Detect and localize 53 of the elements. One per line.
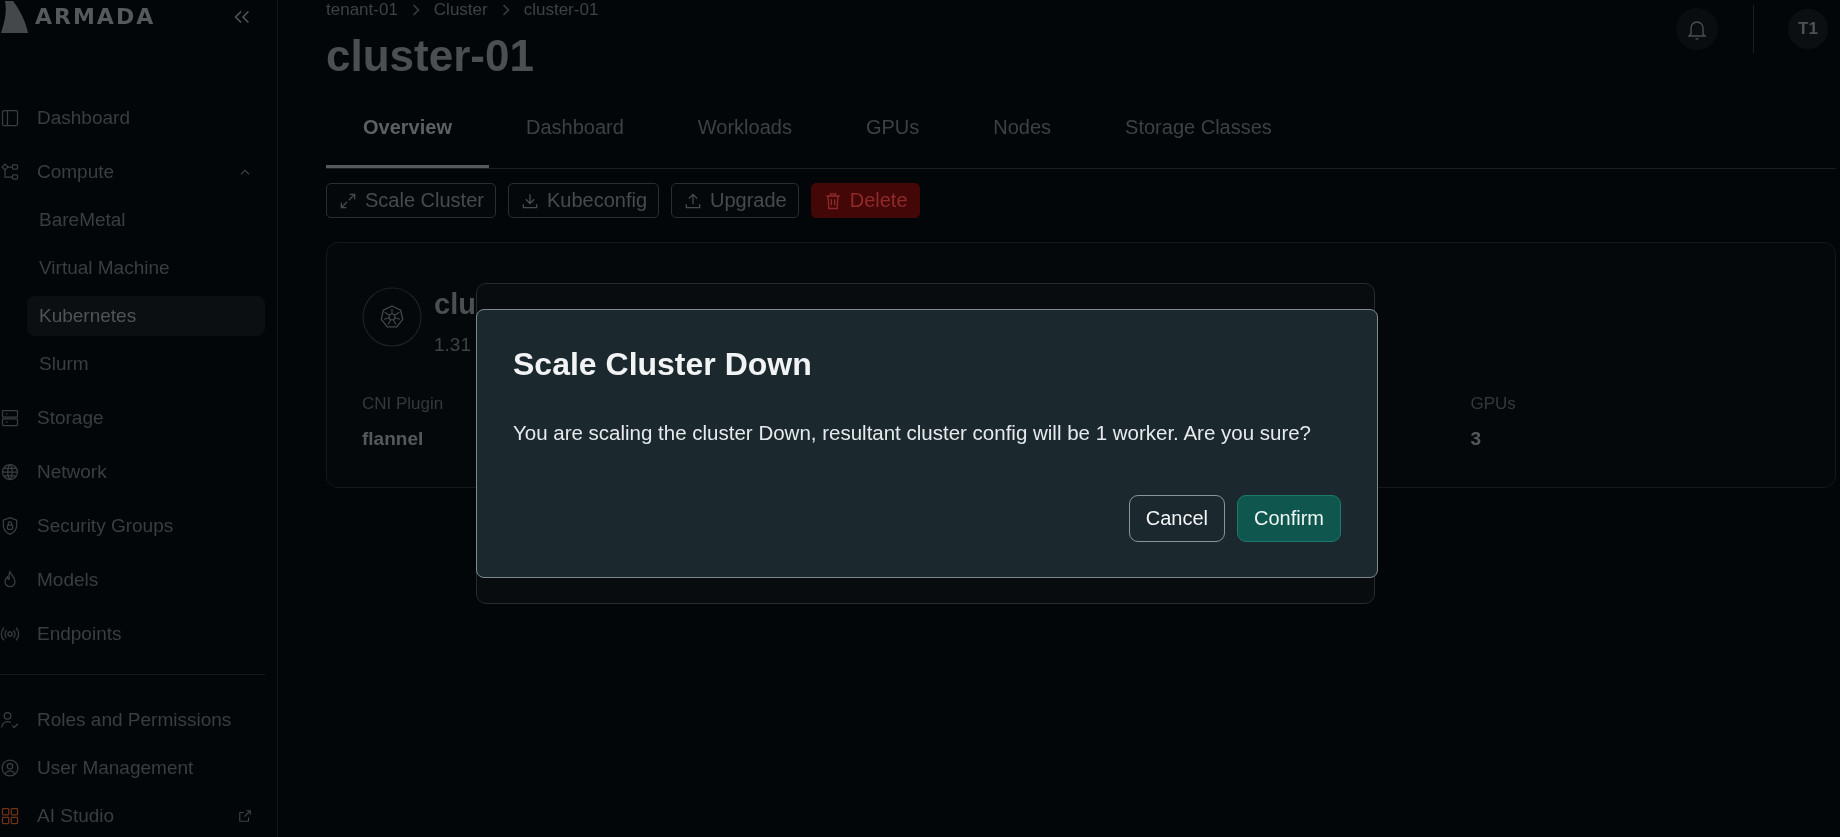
notifications-button[interactable] <box>1676 8 1718 50</box>
tab[interactable]: Dashboard <box>488 103 661 168</box>
nav-item[interactable]: Dashboard <box>0 98 265 138</box>
nav-item[interactable]: Storage <box>0 398 265 438</box>
nav-item[interactable]: Endpoints <box>0 614 265 654</box>
nav-item[interactable]: Kubernetes <box>27 296 265 336</box>
broadcast-icon <box>0 624 20 644</box>
chevron-right-icon <box>501 4 510 16</box>
nav-item[interactable]: AI Studio <box>0 796 265 836</box>
page-title: cluster-01 <box>326 30 535 82</box>
action-button[interactable]: Upgrade <box>671 183 799 218</box>
nav-item[interactable]: Network <box>0 452 265 492</box>
nav-item[interactable]: Virtual Machine <box>27 248 265 288</box>
action-button[interactable]: Scale Cluster <box>326 183 496 218</box>
avatar-button[interactable]: T1 <box>1788 9 1828 49</box>
shield-lock-icon <box>0 516 20 536</box>
version-text: 1.31 <box>434 333 472 357</box>
tab[interactable]: Storage Classes <box>1088 103 1309 168</box>
confirm-button[interactable]: Confirm <box>1237 495 1341 542</box>
chevron-right-icon <box>411 4 420 16</box>
action-button[interactable]: Delete <box>810 183 920 218</box>
tab[interactable]: Overview <box>326 103 489 168</box>
hierarchy-icon <box>0 162 20 182</box>
globe-icon <box>0 462 20 482</box>
user-check-icon <box>0 710 20 730</box>
nav-item[interactable]: Compute <box>0 152 265 192</box>
cancel-button[interactable]: Cancel <box>1128 495 1225 542</box>
breadcrumb-link[interactable]: Cluster <box>433 0 488 20</box>
dialog-message: You are scaling the cluster Down, resultant cluster config will be 1 worker. Are you sure? <box>513 420 1312 446</box>
detail-value: flannel <box>362 427 424 451</box>
nav-item[interactable]: Slurm <box>27 344 265 384</box>
tab[interactable]: Nodes <box>956 103 1089 168</box>
external-link-icon <box>238 809 252 823</box>
card-title: clu <box>434 287 476 321</box>
nav-item[interactable]: Models <box>0 560 265 600</box>
sail-icon <box>0 1 28 33</box>
grid-icon <box>0 806 20 826</box>
breadcrumb-current: cluster-01 <box>523 0 599 20</box>
nav-item[interactable]: User Management <box>0 748 265 788</box>
nav-item[interactable]: Security Groups <box>0 506 265 546</box>
nav-item[interactable]: Roles and Permissions <box>0 700 265 740</box>
tab[interactable]: Workloads <box>660 103 829 168</box>
server-icon <box>0 408 20 428</box>
nav-item[interactable]: BareMetal <box>27 200 265 240</box>
logo-text: ARMADA <box>35 4 156 30</box>
layout-icon <box>0 108 20 128</box>
detail-value: 3 <box>1470 427 1482 451</box>
breadcrumb-link[interactable]: tenant-01 <box>326 0 398 20</box>
action-button[interactable]: Kubeconfig <box>507 183 659 218</box>
user-circle-icon <box>0 758 20 778</box>
dialog-title: Scale Cluster Down <box>513 345 813 383</box>
tab[interactable]: GPUs <box>828 103 957 168</box>
wheel-icon <box>362 287 422 347</box>
